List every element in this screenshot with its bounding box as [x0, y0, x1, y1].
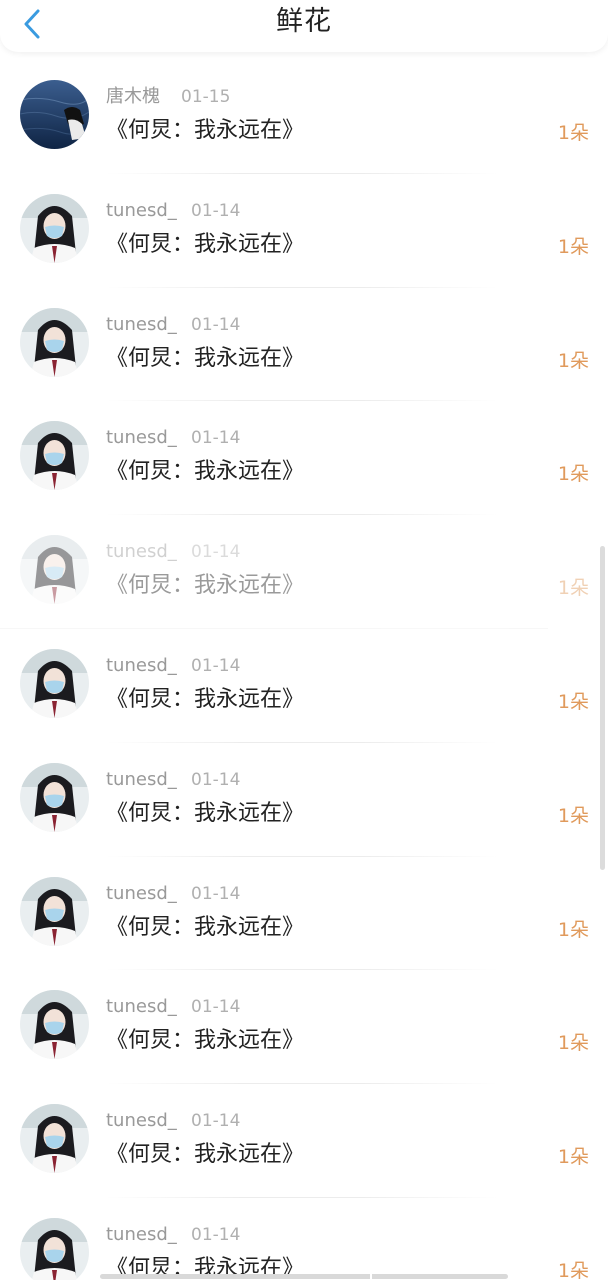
avatar[interactable]	[20, 1217, 89, 1280]
send-date: 01-14	[191, 428, 241, 449]
avatar[interactable]	[20, 762, 89, 832]
send-date: 01-14	[191, 542, 241, 563]
avatar[interactable]	[20, 421, 89, 491]
avatar[interactable]	[20, 307, 89, 377]
avatar[interactable]	[20, 990, 89, 1060]
book-title: 《何炅：我永远在》	[106, 914, 305, 940]
flower-count: 1朵	[557, 1146, 589, 1169]
list-item[interactable]: tunesd_ 01-14 《何炅：我永远在》 1朵	[0, 1198, 608, 1280]
girl-mask-avatar-icon	[20, 535, 89, 605]
flower-count: 1朵	[557, 804, 589, 827]
list-item[interactable]: tunesd_ 01-14 《何炅：我永远在》 1朵	[0, 174, 608, 288]
send-date: 01-14	[191, 997, 241, 1018]
send-date: 01-14	[191, 883, 241, 904]
vertical-scrollbar[interactable]	[600, 546, 605, 870]
avatar[interactable]	[20, 876, 89, 946]
send-date: 01-14	[191, 769, 241, 790]
sender-name: tunesd_	[106, 313, 177, 335]
avatar[interactable]	[20, 648, 89, 718]
flower-count: 1朵	[557, 122, 589, 144]
book-title: 《何炅：我永远在》	[106, 118, 305, 143]
book-title: 《何炅：我永远在》	[106, 800, 305, 826]
avatar[interactable]	[20, 193, 89, 263]
list-item[interactable]: tunesd_ 01-14 《何炅：我永远在》 1朵	[0, 857, 608, 971]
book-title: 《何炅：我永远在》	[106, 686, 305, 712]
sender-name: 唐木槐	[106, 86, 160, 107]
sender-name: tunesd_	[106, 427, 177, 449]
sender-name: tunesd_	[106, 1223, 177, 1245]
girl-mask-avatar-icon	[20, 762, 89, 832]
avatar[interactable]	[20, 80, 89, 149]
sender-name: tunesd_	[106, 541, 177, 563]
girl-mask-avatar-icon	[20, 648, 89, 718]
flower-count: 1朵	[557, 235, 589, 258]
flower-count: 1朵	[557, 690, 589, 713]
book-title: 《何炅：我永远在》	[106, 1028, 305, 1054]
flower-count: 1朵	[557, 463, 589, 486]
list-item[interactable]: tunesd_ 01-14 《何炅：我永远在》 1朵	[0, 629, 608, 743]
girl-mask-avatar-icon	[20, 421, 89, 491]
send-date: 01-14	[191, 1111, 241, 1132]
list-item[interactable]: tunesd_ 01-14 《何炅：我永远在》 1朵	[0, 401, 608, 516]
send-date: 01-15	[181, 87, 231, 107]
list-item[interactable]: tunesd_ 01-14 《何炅：我永远在》 1朵	[0, 515, 608, 629]
send-date: 01-14	[191, 1224, 241, 1245]
top-bar: 鲜花	[0, 0, 608, 52]
list-item[interactable]: tunesd_ 01-14 《何炅：我永远在》 1朵	[0, 1084, 608, 1198]
girl-mask-avatar-icon	[20, 1217, 89, 1280]
sender-name: tunesd_	[106, 199, 177, 221]
page-title: 鲜花	[276, 6, 332, 37]
flower-list-screen: 鲜花 唐木槐 01-15 《何炅：我永远在》 1朵 tunesd_ 01-14 …	[0, 0, 608, 1280]
flower-record-list: 唐木槐 01-15 《何炅：我永远在》 1朵 tunesd_ 01-14 《何炅…	[0, 60, 608, 1280]
flower-count: 1朵	[557, 1259, 589, 1280]
flower-count: 1朵	[557, 918, 589, 941]
girl-mask-avatar-icon	[20, 1104, 89, 1174]
sender-name: tunesd_	[106, 768, 177, 790]
book-title: 《何炅：我永远在》	[106, 1142, 305, 1168]
book-title: 《何炅：我永远在》	[106, 345, 305, 371]
send-date: 01-14	[191, 200, 241, 221]
avatar[interactable]	[20, 535, 89, 605]
sender-name: tunesd_	[106, 1110, 177, 1132]
girl-mask-avatar-icon	[20, 193, 89, 263]
sender-name: tunesd_	[106, 882, 177, 904]
girl-mask-avatar-icon	[20, 990, 89, 1060]
flower-count: 1朵	[557, 1032, 589, 1055]
sender-name: tunesd_	[106, 996, 177, 1018]
send-date: 01-14	[191, 314, 241, 335]
avatar[interactable]	[20, 1104, 89, 1174]
list-item[interactable]: 唐木槐 01-15 《何炅：我永远在》 1朵	[0, 60, 608, 174]
flower-count: 1朵	[557, 349, 589, 372]
book-title: 《何炅：我永远在》	[106, 573, 305, 599]
girl-mask-avatar-icon	[20, 307, 89, 377]
girl-mask-avatar-icon	[20, 876, 89, 946]
flower-count: 1朵	[557, 577, 589, 600]
list-item[interactable]: tunesd_ 01-14 《何炅：我永远在》 1朵	[0, 970, 608, 1085]
list-item[interactable]: tunesd_ 01-14 《何炅：我永远在》 1朵	[0, 743, 608, 857]
send-date: 01-14	[191, 655, 241, 676]
ocean-avatar-icon	[20, 80, 89, 149]
list-item[interactable]: tunesd_ 01-14 《何炅：我永远在》 1朵	[0, 288, 608, 402]
horizontal-scrollbar[interactable]	[100, 1274, 508, 1279]
sender-name: tunesd_	[106, 654, 177, 676]
scrollbar-divider	[370, 1274, 372, 1279]
book-title: 《何炅：我永远在》	[106, 231, 305, 257]
book-title: 《何炅：我永远在》	[106, 459, 305, 485]
